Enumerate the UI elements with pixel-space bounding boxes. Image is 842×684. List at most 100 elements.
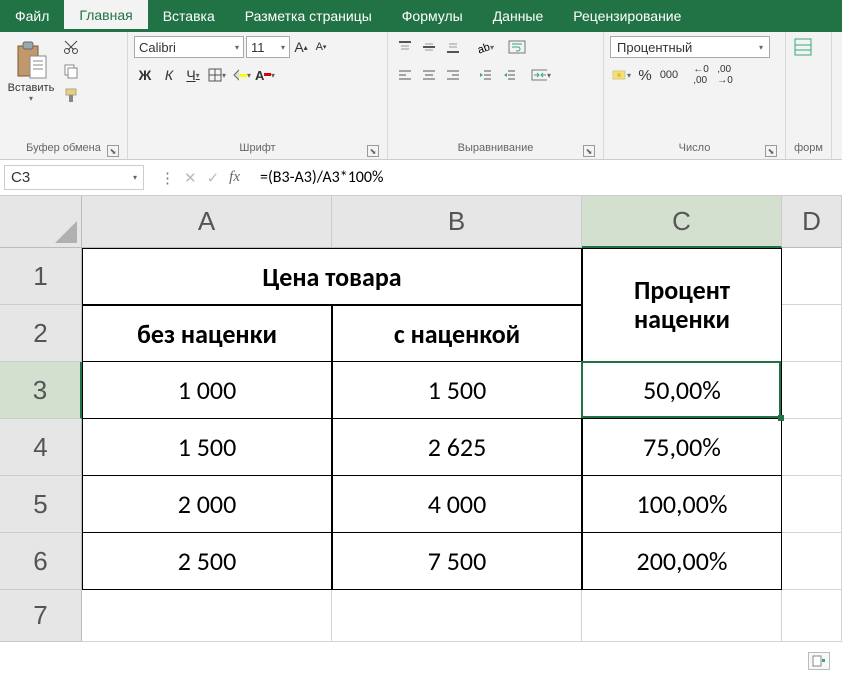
dialog-launcher-icon[interactable]: ⬊ <box>583 145 595 157</box>
italic-button[interactable]: К <box>158 64 180 86</box>
formula-input[interactable] <box>252 165 842 190</box>
cell-C5[interactable]: 100,00% <box>582 476 782 533</box>
menu-item-4[interactable]: Формулы <box>387 0 478 32</box>
number-format-value: Процентный <box>617 40 692 55</box>
row-header-5[interactable]: 5 <box>0 476 82 533</box>
cell-D7[interactable] <box>782 590 842 642</box>
cut-button[interactable] <box>60 36 82 58</box>
grow-font-button[interactable]: A▴ <box>292 38 310 56</box>
align-center-button[interactable] <box>418 64 440 86</box>
cell-B2[interactable]: с наценкой <box>332 305 582 362</box>
number-format-select[interactable]: Процентный▾ <box>610 36 770 58</box>
cell-A3[interactable]: 1 000 <box>82 362 332 419</box>
cell-B5[interactable]: 4 000 <box>332 476 582 533</box>
paste-button[interactable]: Вставить ▾ <box>6 36 56 114</box>
menu-item-6[interactable]: Рецензирование <box>558 0 696 32</box>
align-bottom-button[interactable] <box>442 36 464 58</box>
cell-D5[interactable] <box>782 476 842 533</box>
row-header-7[interactable]: 7 <box>0 590 82 642</box>
dialog-launcher-icon[interactable]: ⬊ <box>107 145 119 157</box>
cell-C6[interactable]: 200,00% <box>582 533 782 590</box>
cell-A5[interactable]: 2 000 <box>82 476 332 533</box>
chevron-down-icon: ▾ <box>29 94 33 103</box>
conditional-format-button[interactable] <box>792 36 814 58</box>
group-number: Процентный▾ ▾ % 000 ←0,00 ,00→0 Число⬊ <box>604 32 786 159</box>
cell-A1B1[interactable]: Цена товара <box>82 248 582 305</box>
increase-decimal-button[interactable]: ←0,00 <box>690 64 712 86</box>
cancel-formula-button[interactable]: ✕ <box>184 169 197 187</box>
menu-item-5[interactable]: Данные <box>478 0 559 32</box>
cell-C1C2[interactable]: Процентнаценки <box>582 248 782 362</box>
cells-area[interactable]: Цена товараПроцентнаценки без наценкис на… <box>82 248 842 642</box>
cell-D1[interactable] <box>782 248 842 305</box>
indent-button[interactable] <box>498 64 520 86</box>
accept-formula-button[interactable]: ✓ <box>207 169 220 187</box>
align-middle-button[interactable] <box>418 36 440 58</box>
fill-handle[interactable] <box>778 415 784 421</box>
copy-button[interactable] <box>60 60 82 82</box>
bucket-icon <box>231 68 239 82</box>
cell-D6[interactable] <box>782 533 842 590</box>
percent-button[interactable]: % <box>634 64 656 86</box>
cell-B6[interactable]: 7 500 <box>332 533 582 590</box>
cell-B7[interactable] <box>332 590 582 642</box>
align-right-button[interactable] <box>442 64 464 86</box>
font-size-select[interactable]: 11▾ <box>246 36 290 58</box>
bold-button[interactable]: Ж <box>134 64 156 86</box>
select-all-corner[interactable] <box>0 196 82 248</box>
row-header-3[interactable]: 3 <box>0 362 82 419</box>
menu-item-2[interactable]: Вставка <box>148 0 230 32</box>
underline-button[interactable]: Ч ▾ <box>182 64 204 86</box>
orientation-button[interactable]: ab▾ <box>474 36 496 58</box>
row-header-6[interactable]: 6 <box>0 533 82 590</box>
menu-bar: ФайлГлавнаяВставкаРазметка страницыФорму… <box>0 0 842 32</box>
group-clipboard: Вставить ▾ Буфер обмена⬊ <box>0 32 128 159</box>
wrap-icon <box>508 40 526 54</box>
fx-icon[interactable]: fx <box>229 169 240 186</box>
cell-A2[interactable]: без наценки <box>82 305 332 362</box>
currency-button[interactable]: ▾ <box>610 64 632 86</box>
align-top-button[interactable] <box>394 36 416 58</box>
cell-D2[interactable] <box>782 305 842 362</box>
cell-C7[interactable] <box>582 590 782 642</box>
shrink-font-button[interactable]: A▾ <box>312 38 330 56</box>
chevron-down-icon: ▾ <box>133 173 137 182</box>
cell-A7[interactable] <box>82 590 332 642</box>
dialog-launcher-icon[interactable]: ⬊ <box>367 145 379 157</box>
paste-options-button[interactable] <box>808 652 830 670</box>
row-header-4[interactable]: 4 <box>0 419 82 476</box>
cell-B3[interactable]: 1 500 <box>332 362 582 419</box>
menu-item-3[interactable]: Разметка страницы <box>230 0 387 32</box>
align-left-button[interactable] <box>394 64 416 86</box>
fill-color-button[interactable]: ▾ <box>230 64 252 86</box>
col-header-A[interactable]: A <box>82 196 332 248</box>
row-header-1[interactable]: 1 <box>0 248 82 305</box>
wrap-text-button[interactable] <box>506 36 528 58</box>
outdent-button[interactable] <box>474 64 496 86</box>
font-color-button[interactable]: A▾ <box>254 64 276 86</box>
col-header-B[interactable]: B <box>332 196 582 248</box>
align-center-icon <box>422 68 436 82</box>
cell-B4[interactable]: 2 625 <box>332 419 582 476</box>
row-header-2[interactable]: 2 <box>0 305 82 362</box>
cell-C4[interactable]: 75,00% <box>582 419 782 476</box>
col-header-D[interactable]: D <box>782 196 842 248</box>
indent-icon <box>502 68 516 82</box>
format-painter-button[interactable] <box>60 84 82 106</box>
thousands-button[interactable]: 000 <box>658 64 680 86</box>
spreadsheet-grid: ABCD 1234567 Цена товараПроцентнаценки бе… <box>0 196 842 642</box>
cell-A4[interactable]: 1 500 <box>82 419 332 476</box>
merge-button[interactable]: ▾ <box>530 64 552 86</box>
menu-item-0[interactable]: Файл <box>0 0 64 32</box>
cell-A6[interactable]: 2 500 <box>82 533 332 590</box>
name-box[interactable]: C3▾ <box>4 165 144 190</box>
col-header-C[interactable]: C <box>582 196 782 248</box>
borders-button[interactable]: ▾ <box>206 64 228 86</box>
cell-D4[interactable] <box>782 419 842 476</box>
cell-D3[interactable] <box>782 362 842 419</box>
dialog-launcher-icon[interactable]: ⬊ <box>765 145 777 157</box>
decrease-decimal-button[interactable]: ,00→0 <box>714 64 736 86</box>
font-name-select[interactable]: Calibri▾ <box>134 36 244 58</box>
cell-C3[interactable]: 50,00% <box>582 362 782 419</box>
menu-item-1[interactable]: Главная <box>64 0 147 32</box>
